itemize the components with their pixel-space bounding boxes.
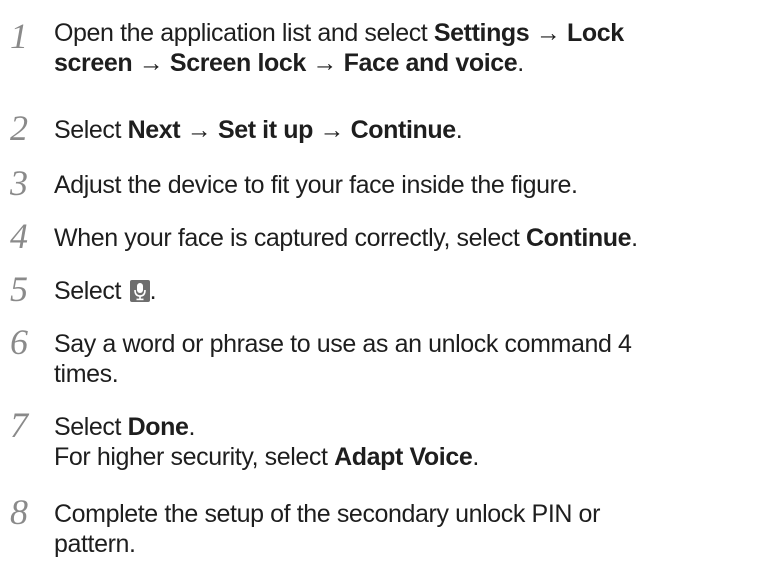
step-text: Select Done. For higher security, select …: [54, 412, 766, 472]
step-line: Complete the setup of the secondary unlo…: [54, 499, 766, 529]
ui-term: Continue: [526, 224, 632, 252]
step-text-run: Open the application list and select: [54, 19, 434, 47]
step-line: pattern.: [54, 529, 766, 559]
step-number: 2: [10, 108, 28, 148]
step-text-run: For higher security, select: [54, 443, 335, 471]
step-text: Open the application list and select Set…: [54, 18, 766, 78]
step-line: Select Next → Set it up → Continue.: [54, 115, 766, 145]
step-text: Select .: [54, 276, 766, 306]
ui-term: Lock: [567, 19, 624, 47]
ui-term: Done: [127, 413, 189, 441]
step-line: times.: [54, 359, 766, 389]
step-text-run: .: [455, 116, 463, 144]
step-text-run: Complete the setup of the secondary unlo…: [54, 500, 600, 528]
ui-term: Screen lock: [169, 49, 306, 77]
ui-term: Set it up: [217, 116, 313, 144]
step-text-run: When your face is captured correctly, se…: [54, 224, 527, 252]
step-text-run: .: [631, 224, 638, 252]
instruction-page: 1 Open the application list and select S…: [0, 0, 768, 563]
step-line: Select Done.: [54, 412, 766, 442]
step-number: 8: [10, 492, 28, 532]
step-text-run: →: [312, 116, 351, 144]
ui-term: Settings: [433, 19, 530, 47]
step-text-run: →: [305, 49, 344, 77]
step-text: Adjust the device to fit your face insid…: [54, 170, 766, 200]
ui-term: Face and voice: [343, 49, 518, 77]
ui-term: screen: [54, 49, 133, 77]
step-line: Adjust the device to fit your face insid…: [54, 170, 766, 200]
ui-term: Next: [127, 116, 181, 144]
step-number: 7: [10, 405, 28, 445]
step-text-run: Say a word or phrase to use as an unlock…: [54, 330, 632, 358]
step-text-run: .: [188, 413, 196, 441]
step-text-run: →: [132, 49, 170, 77]
step-number: 1: [10, 16, 28, 56]
step-text-run: →: [180, 116, 218, 144]
step-line: Open the application list and select Set…: [54, 18, 766, 48]
step-text-run: pattern.: [54, 530, 136, 558]
step-line: screen → Screen lock → Face and voice.: [54, 48, 766, 78]
step-text-run: .: [149, 277, 157, 305]
step-text-run: →: [529, 19, 568, 47]
step-line: For higher security, select Adapt Voice.: [54, 442, 766, 472]
step-line: Say a word or phrase to use as an unlock…: [54, 329, 766, 359]
step-number: 4: [10, 216, 28, 256]
step-text: Select Next → Set it up → Continue.: [54, 115, 766, 145]
step-text: When your face is captured correctly, se…: [54, 223, 766, 253]
step-number: 6: [10, 322, 28, 362]
step-number: 3: [10, 163, 28, 203]
step-text: Say a word or phrase to use as an unlock…: [54, 329, 766, 389]
step-text-run: Select: [54, 116, 128, 144]
ui-term: Adapt Voice: [334, 443, 473, 471]
step-text-run: Adjust the device to fit your face insid…: [54, 171, 578, 199]
step-line: Select .: [54, 276, 766, 306]
step-line: When your face is captured correctly, se…: [54, 223, 766, 253]
step-text-run: Select: [54, 413, 128, 441]
ui-term: Continue: [350, 116, 457, 144]
step-number: 5: [10, 269, 28, 309]
step-text: Complete the setup of the secondary unlo…: [54, 499, 766, 559]
step-text-run: times.: [54, 360, 119, 388]
microphone-icon: [129, 279, 150, 302]
step-text-run: .: [472, 443, 479, 471]
step-text-run: Select: [54, 277, 128, 305]
step-text-run: .: [517, 49, 524, 77]
